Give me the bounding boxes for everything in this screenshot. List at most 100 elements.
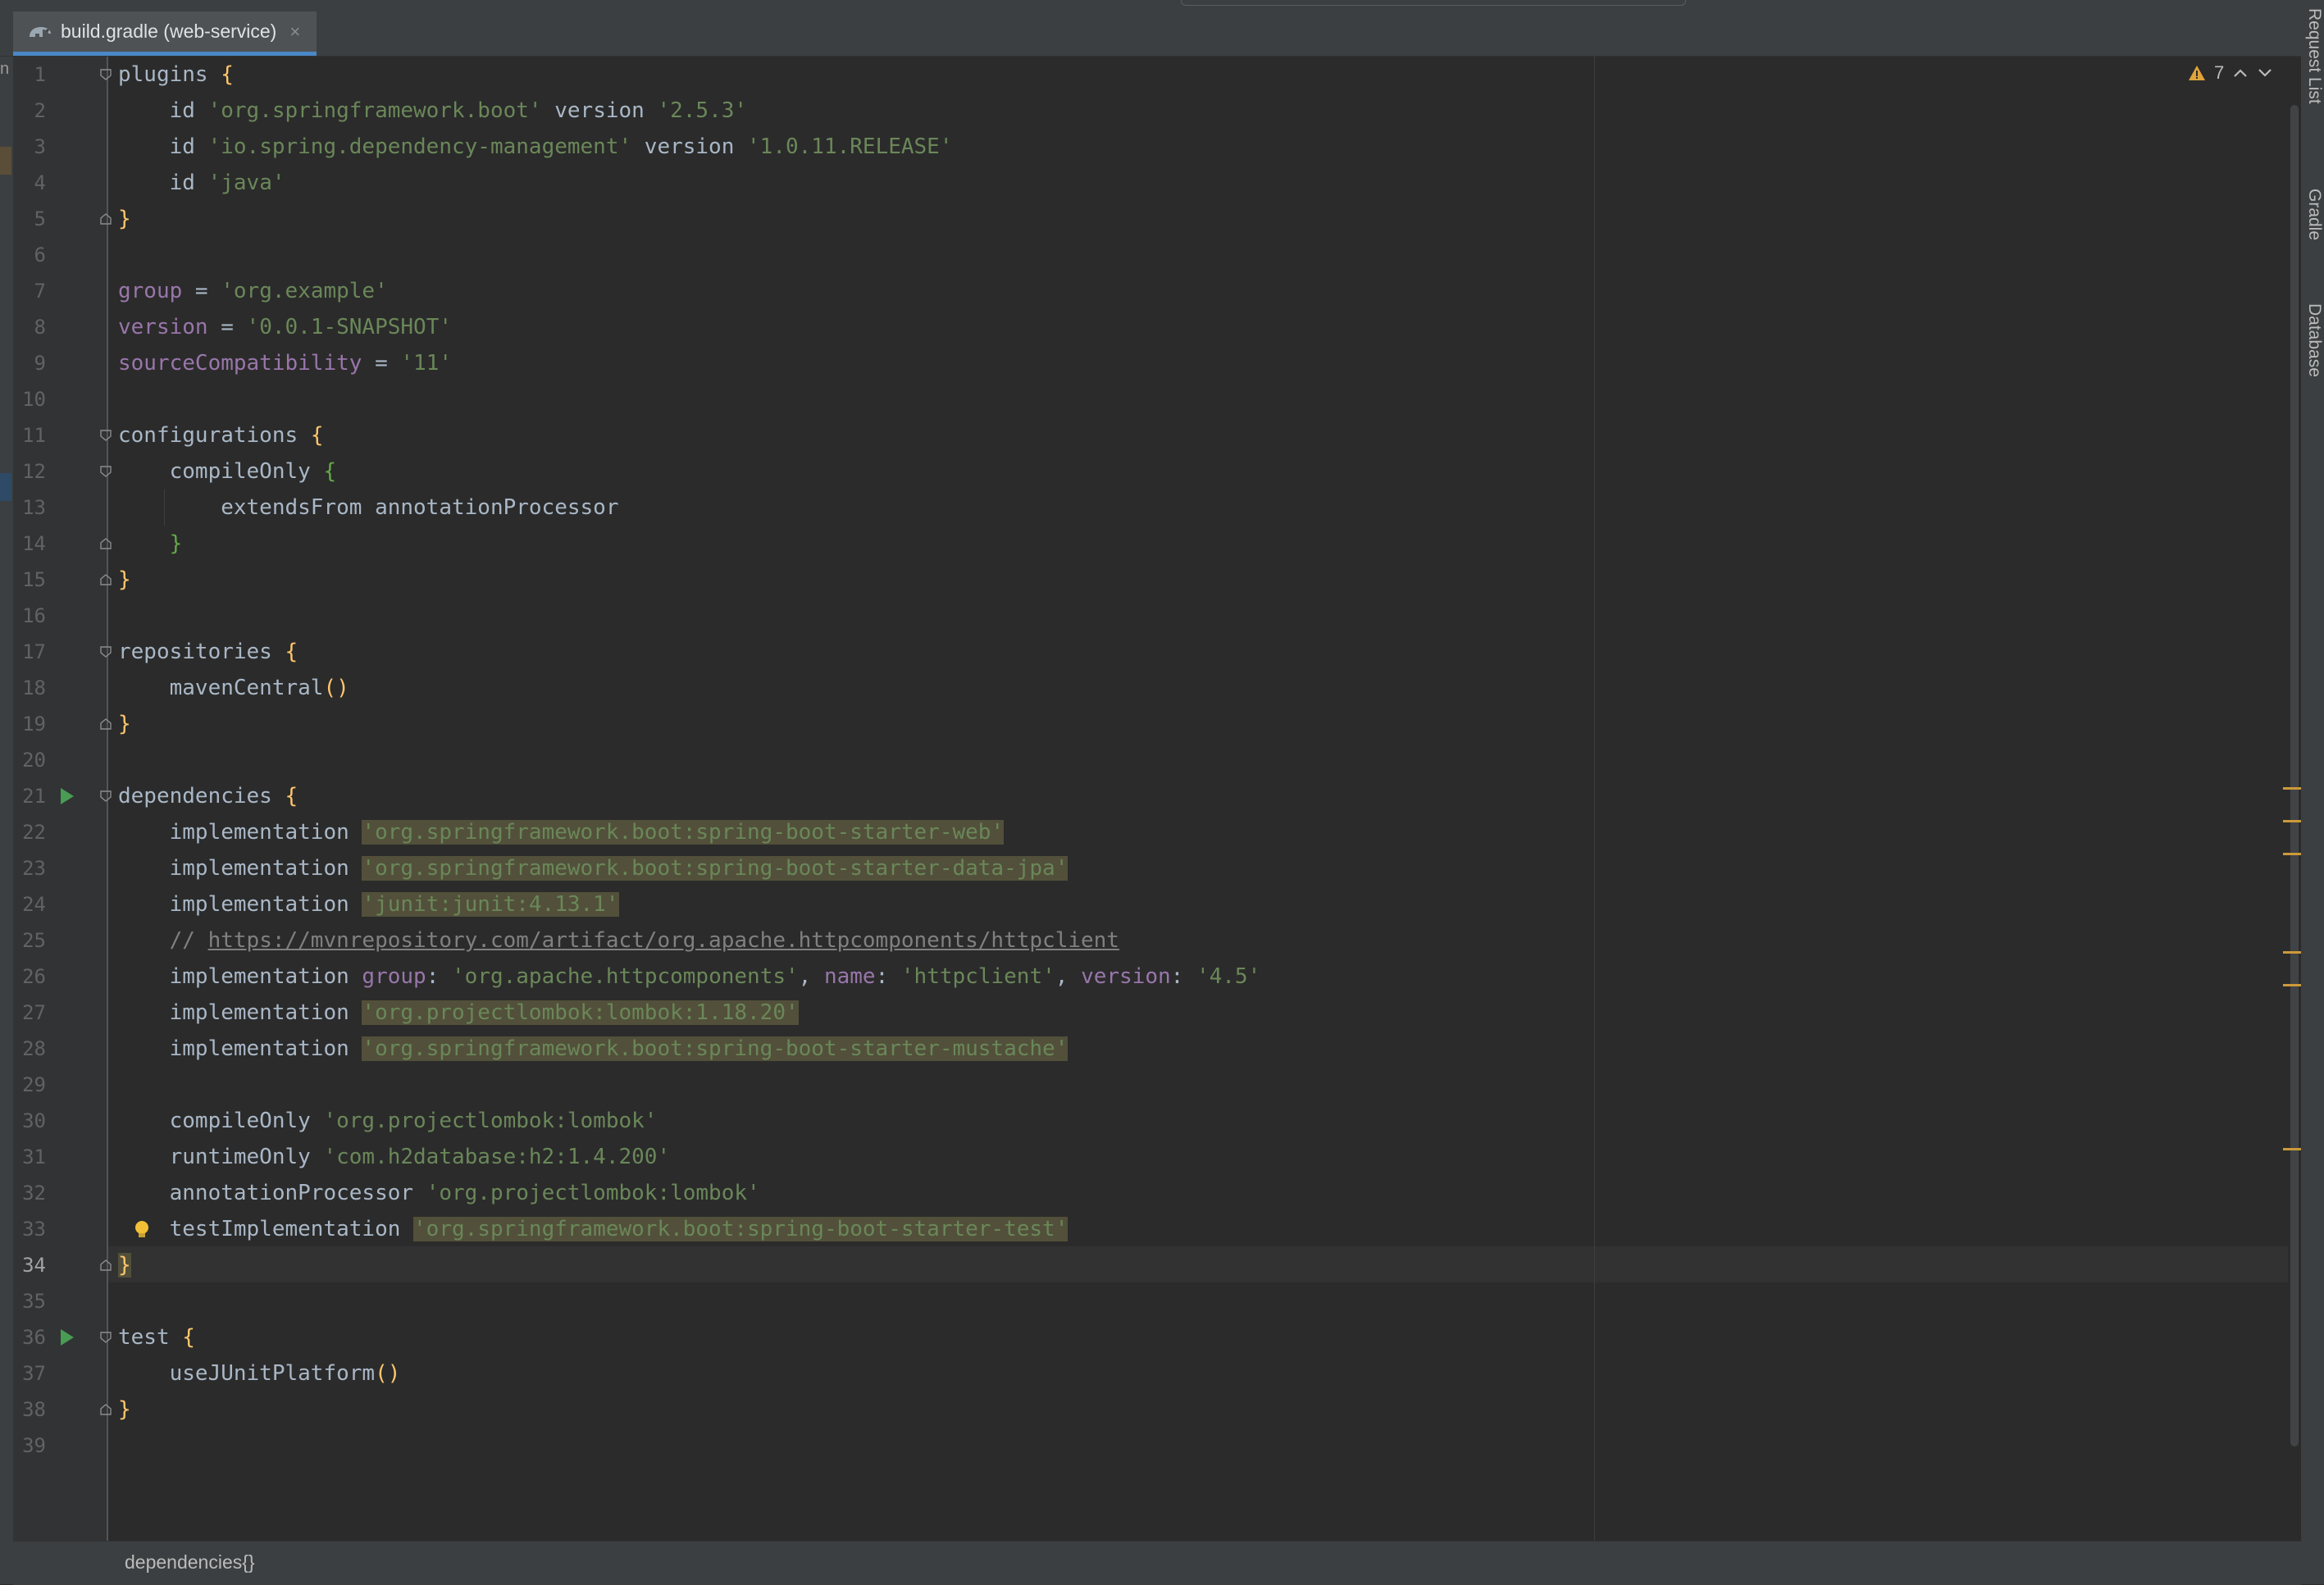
fold-open-icon[interactable] bbox=[98, 1331, 113, 1344]
code-text[interactable]: id 'java' bbox=[118, 165, 285, 201]
scrollbar-thumb[interactable] bbox=[2290, 105, 2299, 1446]
code-line[interactable]: 8 version = '0.0.1-SNAPSHOT' bbox=[0, 309, 2288, 345]
line-number[interactable]: 27 bbox=[13, 995, 46, 1031]
code-text[interactable]: implementation 'org.projectlombok:lombok… bbox=[118, 995, 799, 1031]
line-number[interactable]: 7 bbox=[13, 273, 46, 309]
code-line[interactable]: 32 annotationProcessor 'org.projectlombo… bbox=[0, 1175, 2288, 1211]
code-text[interactable]: } bbox=[118, 1391, 131, 1428]
code-line[interactable]: 37 useJUnitPlatform() bbox=[0, 1355, 2288, 1391]
code-text[interactable]: version = '0.0.1-SNAPSHOT' bbox=[118, 309, 452, 345]
code-text[interactable]: plugins { bbox=[118, 57, 234, 93]
code-text[interactable]: } bbox=[118, 201, 131, 237]
fold-open-icon[interactable] bbox=[98, 68, 113, 81]
line-number[interactable]: 39 bbox=[13, 1428, 46, 1464]
fold-open-icon[interactable] bbox=[98, 429, 113, 442]
code-text[interactable]: dependencies { bbox=[118, 778, 298, 814]
line-number[interactable]: 32 bbox=[13, 1175, 46, 1211]
code-text[interactable]: implementation 'junit:junit:4.13.1' bbox=[118, 886, 619, 922]
code-line[interactable]: 35 bbox=[0, 1283, 2288, 1319]
code-text[interactable]: // https://mvnrepository.com/artifact/or… bbox=[118, 922, 1119, 959]
chevron-up-icon[interactable] bbox=[2232, 67, 2249, 79]
code-line[interactable]: 4 id 'java' bbox=[0, 165, 2288, 201]
line-number[interactable]: 4 bbox=[13, 165, 46, 201]
code-text[interactable]: implementation 'org.springframework.boot… bbox=[118, 1031, 1069, 1067]
line-number[interactable]: 19 bbox=[13, 706, 46, 742]
code-text[interactable]: useJUnitPlatform() bbox=[118, 1355, 401, 1391]
inspection-widget[interactable]: 7 bbox=[2188, 62, 2273, 84]
code-line[interactable]: 11 configurations { bbox=[0, 417, 2288, 453]
code-line[interactable]: 22 implementation 'org.springframework.b… bbox=[0, 814, 2288, 850]
line-number[interactable]: 30 bbox=[13, 1103, 46, 1139]
code-line[interactable]: 5} bbox=[0, 201, 2288, 237]
tab-build-gradle[interactable]: build.gradle (web-service) × bbox=[13, 11, 317, 56]
line-number[interactable]: 14 bbox=[13, 526, 46, 562]
line-number[interactable]: 20 bbox=[13, 742, 46, 778]
code-line[interactable]: 31 runtimeOnly 'com.h2database:h2:1.4.20… bbox=[0, 1139, 2288, 1175]
close-icon[interactable]: × bbox=[289, 21, 300, 43]
code-line[interactable]: 29 bbox=[0, 1067, 2288, 1103]
code-text[interactable]: } bbox=[118, 562, 131, 598]
line-number[interactable]: 1 bbox=[13, 57, 46, 93]
code-line[interactable]: 17 repositories { bbox=[0, 634, 2288, 670]
database-tool-tab[interactable]: Database bbox=[2301, 303, 2324, 377]
code-line[interactable]: 18 mavenCentral() bbox=[0, 670, 2288, 706]
fold-close-icon[interactable] bbox=[98, 573, 113, 586]
code-text[interactable]: implementation group: 'org.apache.httpco… bbox=[118, 959, 1261, 995]
line-number[interactable]: 6 bbox=[13, 237, 46, 273]
code-line[interactable]: 36 test { bbox=[0, 1319, 2288, 1355]
code-line[interactable]: 38} bbox=[0, 1391, 2288, 1428]
gradle-tool-tab[interactable]: Gradle bbox=[2301, 189, 2324, 240]
code-line[interactable]: 19} bbox=[0, 706, 2288, 742]
line-number[interactable]: 15 bbox=[13, 562, 46, 598]
code-line[interactable]: 6 bbox=[0, 237, 2288, 273]
line-number[interactable]: 29 bbox=[13, 1067, 46, 1103]
code-line[interactable]: 20 bbox=[0, 742, 2288, 778]
line-number[interactable]: 37 bbox=[13, 1355, 46, 1391]
code-line[interactable]: 27 implementation 'org.projectlombok:lom… bbox=[0, 995, 2288, 1031]
line-number[interactable]: 36 bbox=[13, 1319, 46, 1355]
code-line[interactable]: 24 implementation 'junit:junit:4.13.1' bbox=[0, 886, 2288, 922]
breadcrumb-item[interactable]: dependencies{} bbox=[125, 1551, 255, 1574]
line-number[interactable]: 23 bbox=[13, 850, 46, 886]
search-everywhere-box[interactable] bbox=[1181, 0, 1686, 6]
code-line[interactable]: 7 group = 'org.example' bbox=[0, 273, 2288, 309]
code-text[interactable]: group = 'org.example' bbox=[118, 273, 388, 309]
code-text[interactable]: test { bbox=[118, 1319, 195, 1355]
code-text[interactable]: repositories { bbox=[118, 634, 298, 670]
code-text[interactable]: annotationProcessor 'org.projectlombok:l… bbox=[118, 1175, 760, 1211]
code-line[interactable]: 1 plugins { bbox=[0, 57, 2288, 93]
code-text[interactable]: } bbox=[118, 706, 131, 742]
code-line[interactable]: 15} bbox=[0, 562, 2288, 598]
line-number[interactable]: 38 bbox=[13, 1391, 46, 1428]
code-text[interactable]: } bbox=[118, 1247, 131, 1283]
code-line[interactable]: 12 compileOnly { bbox=[0, 453, 2288, 490]
code-text[interactable]: extendsFrom annotationProcessor bbox=[118, 490, 618, 526]
code-text[interactable]: implementation 'org.springframework.boot… bbox=[118, 814, 1005, 850]
fold-close-icon[interactable] bbox=[98, 212, 113, 225]
code-text[interactable]: id 'io.spring.dependency-management' ver… bbox=[118, 129, 953, 165]
fold-open-icon[interactable] bbox=[98, 645, 113, 658]
code-text[interactable]: id 'org.springframework.boot' version '2… bbox=[118, 93, 747, 129]
code-line[interactable]: 13 extendsFrom annotationProcessor bbox=[0, 490, 2288, 526]
code-line[interactable]: 10 bbox=[0, 381, 2288, 417]
line-number[interactable]: 18 bbox=[13, 670, 46, 706]
code-line[interactable]: 30 compileOnly 'org.projectlombok:lombok… bbox=[0, 1103, 2288, 1139]
code-line[interactable]: 16 bbox=[0, 598, 2288, 634]
run-gutter-icon[interactable] bbox=[61, 1329, 74, 1346]
code-text[interactable]: runtimeOnly 'com.h2database:h2:1.4.200' bbox=[118, 1139, 670, 1175]
code-line[interactable]: 3 id 'io.spring.dependency-management' v… bbox=[0, 129, 2288, 165]
request-list-tool-tab[interactable]: Request List bbox=[2301, 8, 2324, 104]
code-token[interactable]: https://mvnrepository.com/artifact/org.a… bbox=[208, 928, 1119, 953]
fold-open-icon[interactable] bbox=[98, 465, 113, 478]
line-number[interactable]: 35 bbox=[13, 1283, 46, 1319]
fold-close-icon[interactable] bbox=[98, 537, 113, 550]
code-line[interactable]: 23 implementation 'org.springframework.b… bbox=[0, 850, 2288, 886]
code-line[interactable]: 2 id 'org.springframework.boot' version … bbox=[0, 93, 2288, 129]
code-line[interactable]: 28 implementation 'org.springframework.b… bbox=[0, 1031, 2288, 1067]
line-number[interactable]: 11 bbox=[13, 417, 46, 453]
fold-close-icon[interactable] bbox=[98, 1259, 113, 1272]
run-gutter-icon[interactable] bbox=[61, 788, 74, 804]
code-line[interactable]: 34} bbox=[0, 1247, 2288, 1283]
fold-open-icon[interactable] bbox=[98, 790, 113, 803]
code-text[interactable]: testImplementation 'org.springframework.… bbox=[118, 1211, 1069, 1247]
